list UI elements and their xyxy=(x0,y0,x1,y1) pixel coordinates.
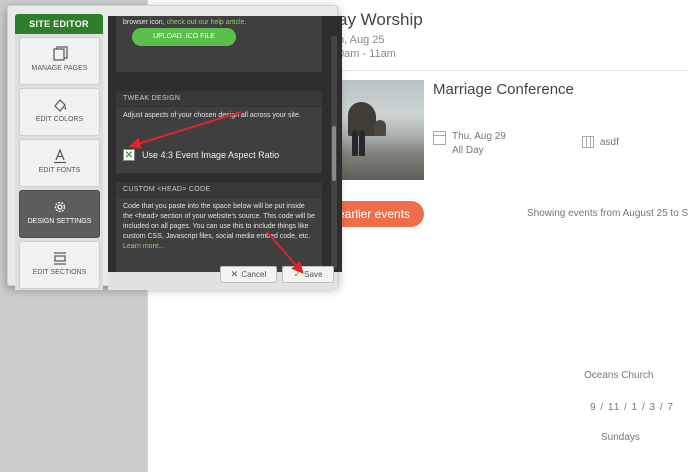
calendar-icon xyxy=(433,131,446,145)
nav-edit-colors[interactable]: EDIT COLORS xyxy=(19,88,100,136)
site-editor-tab[interactable]: SITE EDITOR xyxy=(15,14,103,34)
cancel-button[interactable]: ✕ Cancel xyxy=(220,266,277,283)
event-title-worship[interactable]: ay Worship xyxy=(338,10,423,30)
nav-label: EDIT COLORS xyxy=(35,116,84,123)
gear-icon xyxy=(54,201,65,213)
site-editor-panel: SITE EDITOR MANAGE PAGES EDIT COLORS EDI… xyxy=(7,5,342,290)
settings-scrollbar[interactable] xyxy=(331,36,337,268)
custom-head-desc: Code that you paste into the space below… xyxy=(123,203,315,240)
divider xyxy=(338,70,688,71)
help-article-link[interactable]: check out our help article. xyxy=(167,19,247,26)
person-figure xyxy=(352,130,358,156)
rock-shape-small xyxy=(374,120,386,136)
nav-label: DESIGN SETTINGS xyxy=(27,218,92,225)
tweak-design-desc: Adjust aspects of your chosen design all… xyxy=(123,112,301,119)
map-icon xyxy=(582,136,594,148)
earlier-events-button[interactable]: earlier events xyxy=(338,201,424,227)
upload-ico-button[interactable]: UPLOAD .ICO FILE xyxy=(132,28,236,46)
custom-head-desc-block: Code that you paste into the space below… xyxy=(116,198,322,256)
nav-design-settings[interactable]: DESIGN SETTINGS xyxy=(19,190,100,238)
close-icon: ✕ xyxy=(230,269,239,279)
nav-edit-sections[interactable]: EDIT SECTIONS xyxy=(19,241,100,289)
learn-more-link[interactable]: Learn more... xyxy=(123,243,165,250)
event-image-marriage-conference[interactable] xyxy=(338,80,424,180)
person-figure xyxy=(359,130,365,156)
footer-church-name: Oceans Church xyxy=(584,370,654,381)
sections-icon xyxy=(53,252,66,265)
tweak-design-heading: TWEAK DESIGN xyxy=(116,91,322,107)
event-date: Thu, Aug 29 xyxy=(452,131,506,142)
event-allday: All Day xyxy=(452,145,484,156)
editor-side-nav: MANAGE PAGES EDIT COLORS EDIT FONTS DESI… xyxy=(15,34,103,290)
aspect-ratio-checkbox[interactable]: ✕ xyxy=(123,149,135,161)
scrollbar-thumb[interactable] xyxy=(332,126,336,181)
showing-range-text: Showing events from August 25 to S xyxy=(527,208,688,219)
nav-edit-fonts[interactable]: EDIT FONTS xyxy=(19,139,100,187)
nav-label: MANAGE PAGES xyxy=(31,65,88,72)
save-button[interactable]: ✓ Save xyxy=(282,266,334,283)
nav-label: EDIT SECTIONS xyxy=(32,269,87,276)
aspect-ratio-label[interactable]: Use 4:3 Event Image Aspect Ratio xyxy=(142,150,279,160)
event-title-marriage-conference[interactable]: Marriage Conference xyxy=(433,81,574,98)
footer-service-times: 9 / 11 / 1 / 3 / 7 xyxy=(590,402,674,413)
event-date-worship: n, Aug 25 xyxy=(338,34,385,46)
nav-label: EDIT FONTS xyxy=(38,167,81,174)
event-time-worship: 0am - 11am xyxy=(338,48,396,60)
footer-service-days: Sundays xyxy=(601,432,640,443)
favicon-card: browser icon, check out our help article… xyxy=(116,16,322,72)
paint-bucket-icon xyxy=(53,99,66,112)
settings-content: browser icon, check out our help article… xyxy=(108,16,342,272)
custom-head-card: CUSTOM <HEAD> CODE Code that you paste i… xyxy=(116,182,322,272)
tweak-design-card: TWEAK DESIGN Adjust aspects of your chos… xyxy=(116,91,322,173)
pages-icon xyxy=(52,46,68,61)
custom-head-heading: CUSTOM <HEAD> CODE xyxy=(116,182,322,198)
checkmark-icon: ✓ xyxy=(293,269,302,279)
event-location[interactable]: asdf xyxy=(600,137,619,148)
font-icon xyxy=(53,148,66,164)
nav-manage-pages[interactable]: MANAGE PAGES xyxy=(19,37,100,85)
